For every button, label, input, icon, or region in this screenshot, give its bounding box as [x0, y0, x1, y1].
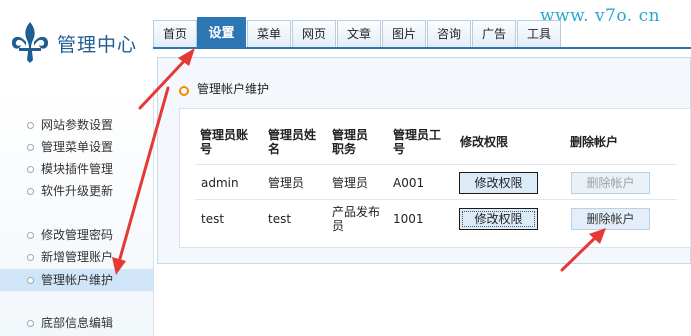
bullet-icon [27, 122, 34, 129]
sidebar-item-label: 管理菜单设置 [41, 140, 114, 154]
tab-menu[interactable]: 菜单 [247, 20, 291, 47]
sidebar-item-label: 软件升级更新 [41, 184, 114, 198]
sidebar-item-label: 网站参数设置 [41, 118, 114, 132]
section-title: 管理帐户维护 [197, 82, 270, 96]
cell-account: test [201, 212, 225, 226]
tab-ads[interactable]: 广告 [472, 20, 516, 47]
bullet-icon [27, 144, 34, 151]
bullet-icon [27, 232, 34, 239]
logo-area: 管理中心 [0, 0, 153, 88]
edit-permissions-button[interactable]: 修改权限 [459, 208, 538, 230]
section-bullet-icon [179, 86, 189, 96]
tab-webpage[interactable]: 网页 [292, 20, 336, 47]
tab-settings[interactable]: 设置 [197, 17, 246, 49]
sidebar-item-add-admin[interactable]: 新增管理账户 [0, 246, 153, 268]
bullet-icon [27, 188, 34, 195]
sidebar-item-menu-settings[interactable]: 管理菜单设置 [0, 136, 153, 158]
sidebar-item-footer-edit[interactable]: 底部信息编辑 [0, 312, 153, 334]
cell-position: 产品发布员 [332, 205, 381, 233]
tab-tools[interactable]: 工具 [517, 20, 561, 47]
tab-home[interactable]: 首页 [153, 20, 197, 47]
cell-name: test [268, 212, 292, 226]
header-edit-permissions: 修改权限 [460, 135, 509, 149]
cell-account: admin [201, 176, 239, 190]
header-position: 管理员职务 [332, 128, 369, 156]
bullet-icon [27, 320, 34, 327]
edit-permissions-button[interactable]: 修改权限 [459, 172, 538, 194]
bullet-icon [27, 166, 34, 173]
fleur-de-lis-icon [11, 22, 49, 63]
sidebar-item-label: 管理帐户维护 [41, 273, 114, 287]
tab-article[interactable]: 文章 [337, 20, 381, 47]
sidebar-item-change-password[interactable]: 修改管理密码 [0, 224, 153, 246]
sidebar-item-label: 新增管理账户 [41, 250, 114, 264]
tab-image[interactable]: 图片 [382, 20, 426, 47]
sidebar-item-upgrade[interactable]: 软件升级更新 [0, 180, 153, 202]
sidebar-item-account-maintenance[interactable]: 管理帐户维护 [0, 269, 153, 291]
bullet-icon [27, 277, 34, 284]
header-employee-id: 管理员工号 [393, 128, 442, 156]
header-name: 管理员姓名 [268, 128, 317, 156]
sidebar-item-site-params[interactable]: 网站参数设置 [0, 114, 153, 136]
sidebar-item-label: 修改管理密码 [41, 228, 114, 242]
tab-bar-underline [153, 47, 691, 49]
delete-account-button[interactable]: 删除帐户 [571, 172, 650, 194]
row-divider [195, 199, 677, 200]
sidebar-item-label: 模块插件管理 [41, 162, 114, 176]
brand-title: 管理中心 [57, 34, 138, 56]
cell-name: 管理员 [268, 176, 305, 190]
tab-consult[interactable]: 咨询 [427, 20, 471, 47]
sidebar-item-label: 底部信息编辑 [41, 316, 114, 330]
sidebar-item-plugins[interactable]: 模块插件管理 [0, 158, 153, 180]
cell-employee-id: A001 [393, 176, 425, 190]
cell-employee-id: 1001 [393, 212, 424, 226]
header-account: 管理员账号 [200, 128, 249, 156]
row-divider [195, 164, 677, 165]
delete-account-button[interactable]: 删除帐户 [571, 208, 650, 230]
bullet-icon [27, 254, 34, 261]
cell-position: 管理员 [332, 176, 369, 190]
header-delete-account: 删除帐户 [570, 135, 619, 149]
